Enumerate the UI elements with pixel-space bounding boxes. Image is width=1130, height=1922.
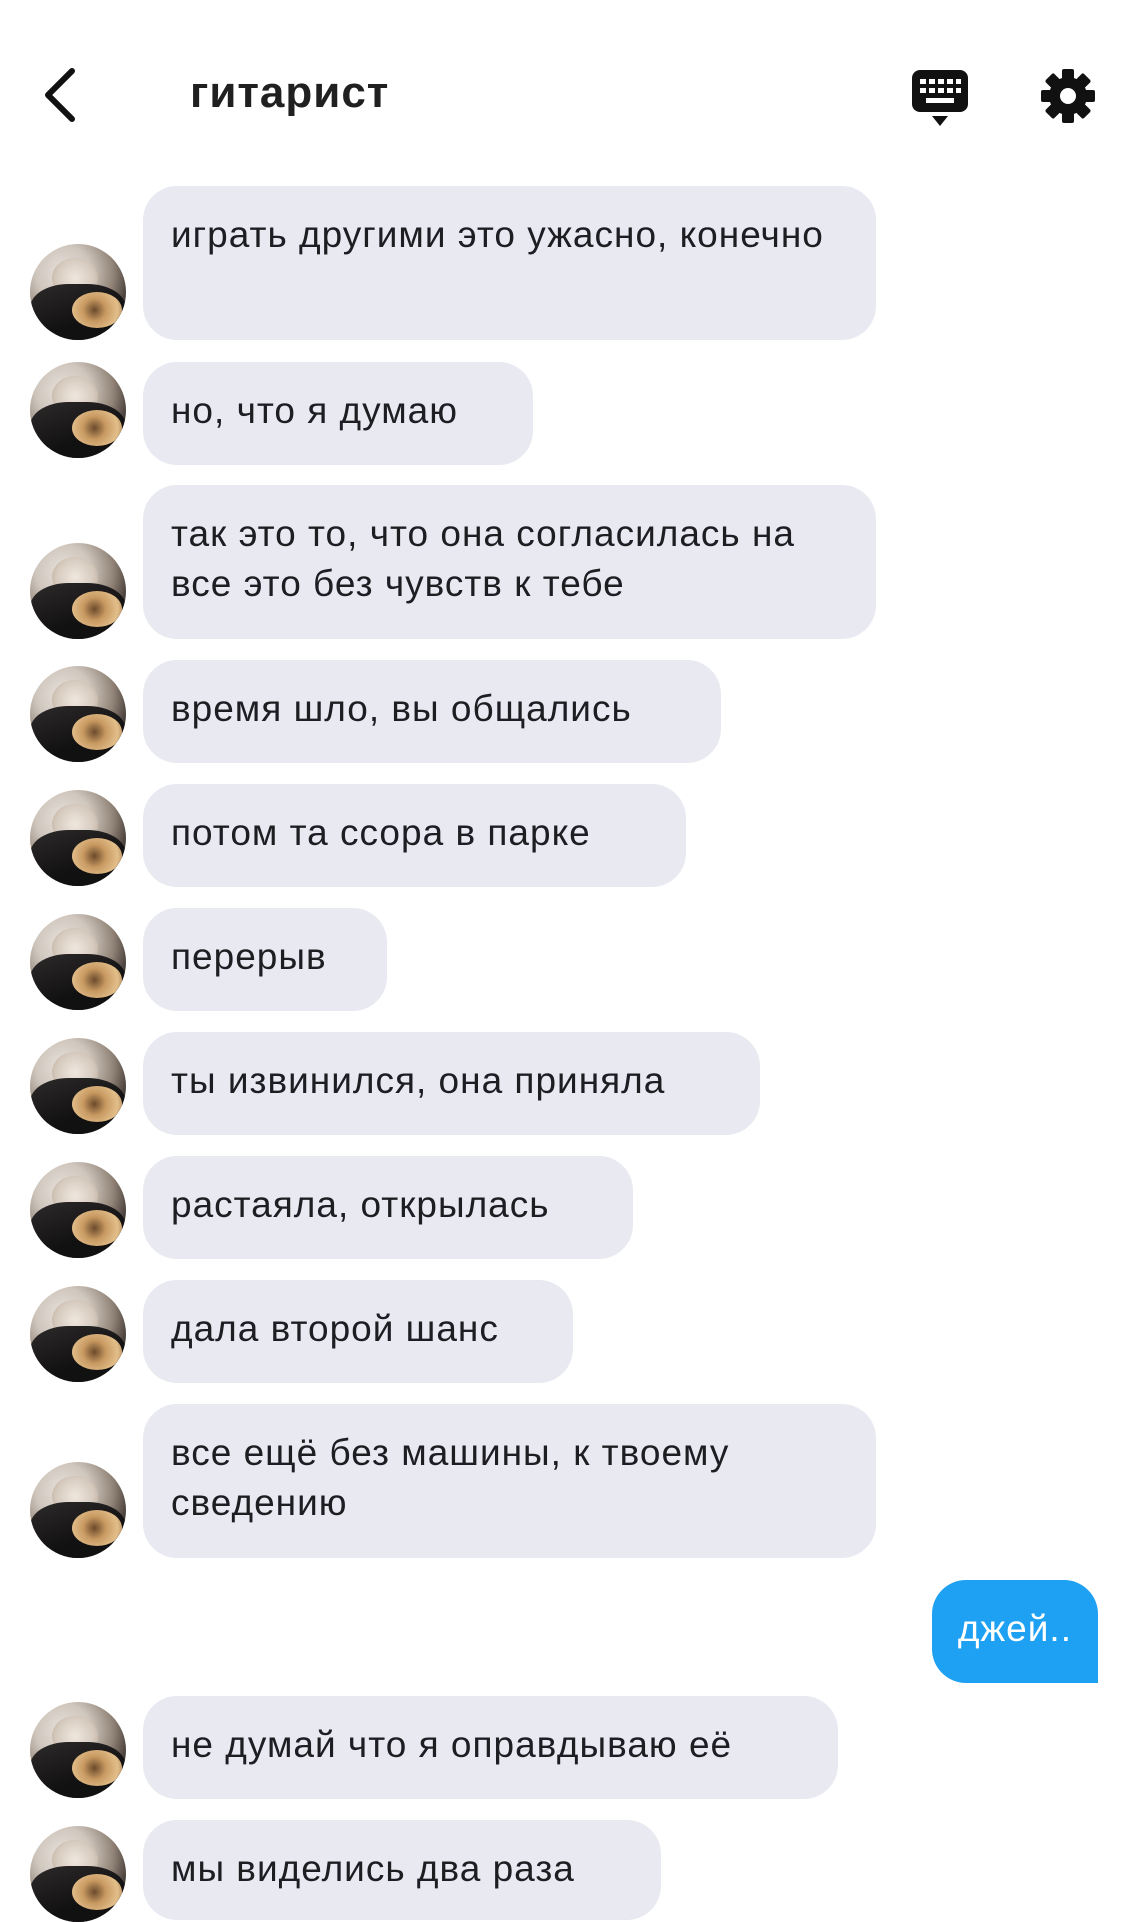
avatar[interactable]	[30, 362, 126, 458]
avatar[interactable]	[30, 790, 126, 886]
message-bubble[interactable]: ты извинился, она приняла	[143, 1032, 760, 1135]
message-bubble[interactable]: играть другими это ужасно, конечно	[143, 186, 876, 340]
message-bubble[interactable]: не думай что я оправдываю её	[143, 1696, 838, 1799]
message-bubble[interactable]: растаяла, открылась	[143, 1156, 633, 1259]
message-bubble[interactable]: время шло, вы общались	[143, 660, 721, 763]
avatar[interactable]	[30, 914, 126, 1010]
avatar[interactable]	[30, 244, 126, 340]
avatar[interactable]	[30, 1462, 126, 1558]
message-list[interactable]: играть другими это ужасно, конечно но, ч…	[0, 0, 1130, 1922]
avatar[interactable]	[30, 1162, 126, 1258]
message-bubble[interactable]: все ещё без машины, к твоему сведению	[143, 1404, 876, 1558]
message-bubble[interactable]: дала второй шанс	[143, 1280, 573, 1383]
avatar[interactable]	[30, 1702, 126, 1798]
avatar[interactable]	[30, 1826, 126, 1922]
message-bubble[interactable]: потом та ссора в парке	[143, 784, 686, 887]
message-bubble[interactable]: но, что я думаю	[143, 362, 533, 465]
message-bubble[interactable]: так это то, что она согласилась на все э…	[143, 485, 876, 639]
message-bubble-outgoing[interactable]: джей..	[931, 1580, 1098, 1683]
avatar[interactable]	[30, 1286, 126, 1382]
avatar[interactable]	[30, 543, 126, 639]
avatar[interactable]	[30, 1038, 126, 1134]
avatar[interactable]	[30, 666, 126, 762]
message-bubble[interactable]: мы виделись два раза	[143, 1820, 661, 1920]
message-bubble[interactable]: перерыв	[143, 908, 387, 1011]
